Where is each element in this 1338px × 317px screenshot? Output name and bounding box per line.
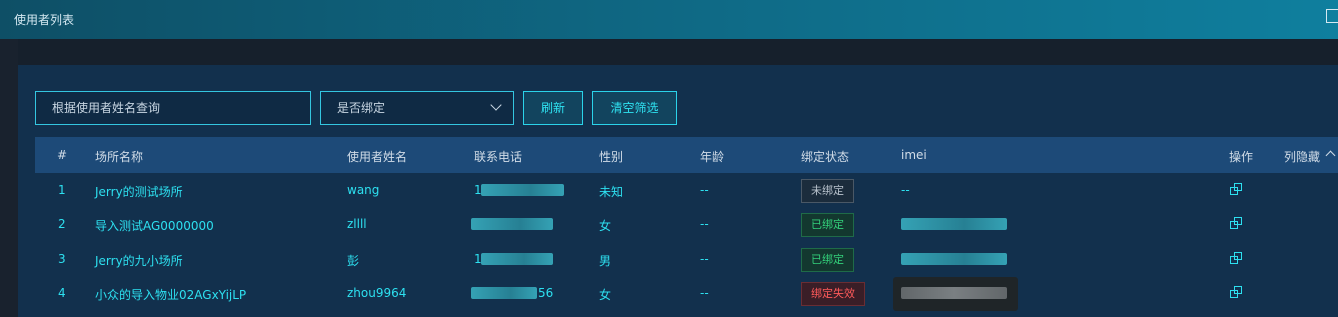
refresh-button[interactable]: 刷新 bbox=[523, 91, 583, 125]
redacted-imei bbox=[901, 253, 1007, 265]
col-imei: imei bbox=[901, 148, 927, 162]
row-index: 4 bbox=[58, 286, 66, 300]
window-titlebar: 使用者列表 bbox=[0, 0, 1338, 39]
redacted-imei bbox=[901, 218, 1007, 230]
col-status: 绑定状态 bbox=[801, 150, 850, 164]
row-user: 彭 bbox=[347, 254, 360, 268]
row-gender: 女 bbox=[599, 288, 612, 302]
row-venue: 导入测试AG0000000 bbox=[95, 219, 214, 233]
status-badge: 绑定失效 bbox=[801, 282, 865, 306]
table-row: 2 导入测试AG0000000 zllll 女 -- 已绑定 bbox=[35, 207, 1338, 242]
redacted-phone bbox=[471, 218, 553, 230]
row-age: -- bbox=[700, 286, 709, 300]
row-index: 2 bbox=[58, 217, 66, 231]
row-age: -- bbox=[700, 217, 709, 231]
row-venue: Jerry的测试场所 bbox=[95, 185, 183, 199]
table-row: 3 Jerry的九小场所 彭 1 男 -- 已绑定 bbox=[35, 242, 1338, 277]
bind-status-select-value: 是否绑定 bbox=[337, 101, 386, 115]
table-row: 4 小众的导入物业02AGxYijLP zhou9964 56 女 -- 绑定失… bbox=[35, 276, 1338, 311]
row-phone: 56 bbox=[538, 286, 554, 300]
col-phone: 联系电话 bbox=[474, 150, 523, 164]
copy-icon[interactable] bbox=[1230, 217, 1243, 230]
search-input[interactable]: 根据使用者姓名查询 bbox=[35, 91, 311, 125]
row-user: wang bbox=[347, 183, 380, 197]
copy-icon[interactable] bbox=[1230, 183, 1243, 196]
row-gender: 女 bbox=[599, 219, 612, 233]
status-badge: 已绑定 bbox=[801, 213, 854, 237]
row-index: 1 bbox=[58, 183, 66, 197]
copy-icon[interactable] bbox=[1230, 252, 1243, 265]
row-age: -- bbox=[700, 252, 709, 266]
col-age: 年龄 bbox=[700, 150, 725, 164]
row-user: zhou9964 bbox=[347, 286, 407, 300]
redacted-phone bbox=[481, 184, 564, 196]
redacted-imei bbox=[901, 287, 1007, 299]
row-gender: 男 bbox=[599, 254, 612, 268]
col-index: # bbox=[57, 148, 68, 162]
table-header: # 场所名称 使用者姓名 联系电话 性别 年龄 绑定状态 imei 操作 列隐藏 bbox=[35, 137, 1338, 173]
window-title: 使用者列表 bbox=[14, 13, 75, 27]
row-venue: Jerry的九小场所 bbox=[95, 254, 183, 268]
left-strip bbox=[0, 39, 18, 317]
row-venue: 小众的导入物业02AGxYijLP bbox=[95, 288, 247, 302]
redacted-phone bbox=[471, 287, 537, 299]
redacted-phone bbox=[481, 253, 553, 265]
table-row: 1 Jerry的测试场所 wang 1 未知 -- 未绑定 -- bbox=[35, 173, 1338, 208]
row-index: 3 bbox=[58, 252, 66, 266]
chevron-down-icon bbox=[490, 99, 502, 111]
row-age: -- bbox=[700, 183, 709, 197]
row-gender: 未知 bbox=[599, 185, 624, 199]
col-user: 使用者姓名 bbox=[347, 150, 408, 164]
bind-status-select[interactable]: 是否绑定 bbox=[320, 91, 514, 125]
col-actions: 操作 bbox=[1229, 150, 1254, 164]
col-gender: 性别 bbox=[599, 150, 624, 164]
clear-filter-button[interactable]: 清空筛选 bbox=[592, 91, 677, 125]
maximize-icon[interactable] bbox=[1326, 9, 1338, 23]
column-hide-toggle[interactable]: 列隐藏 bbox=[1284, 148, 1320, 165]
row-user: zllll bbox=[347, 217, 367, 231]
row-imei: -- bbox=[901, 183, 910, 197]
copy-icon[interactable] bbox=[1230, 286, 1243, 299]
status-badge: 未绑定 bbox=[801, 179, 854, 203]
col-venue: 场所名称 bbox=[95, 150, 144, 164]
status-badge: 已绑定 bbox=[801, 248, 854, 272]
chevron-up-icon[interactable] bbox=[1325, 150, 1336, 161]
